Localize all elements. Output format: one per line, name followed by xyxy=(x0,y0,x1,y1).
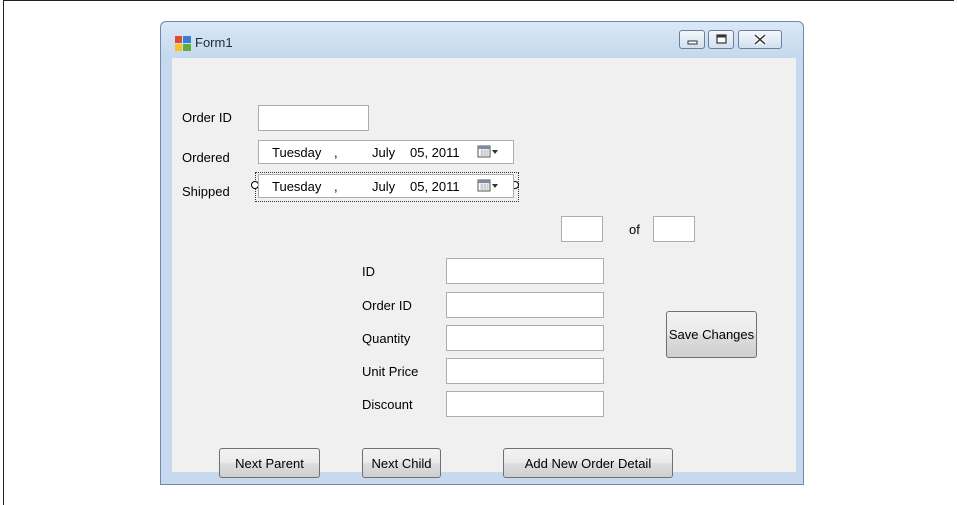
unit-price-label: Unit Price xyxy=(362,364,419,379)
shipped-month: July xyxy=(372,179,396,194)
shipped-day: Tuesday xyxy=(272,179,322,194)
ordered-date: 05, 2011 xyxy=(410,145,460,160)
next-parent-button[interactable]: Next Parent xyxy=(219,448,320,478)
app-icon xyxy=(175,36,191,51)
quantity-label: Quantity xyxy=(362,331,411,346)
shipped-label: Shipped xyxy=(182,184,230,199)
detail-order-id-label: Order ID xyxy=(362,298,412,313)
add-new-order-detail-button[interactable]: Add New Order Detail xyxy=(503,448,673,478)
of-label: of xyxy=(629,222,640,237)
unit-price-input[interactable] xyxy=(446,358,604,384)
discount-input[interactable] xyxy=(446,391,604,417)
page-top-border xyxy=(3,0,954,1)
order-id-input[interactable] xyxy=(258,105,369,131)
form-client-area: Order ID Ordered Tuesday , July 05, 2011… xyxy=(172,58,796,478)
window-title: Form1 xyxy=(195,35,233,50)
shipped-date-picker[interactable]: Tuesday , July 05, 2011 xyxy=(258,174,514,198)
quantity-input[interactable] xyxy=(446,325,604,351)
discount-label: Discount xyxy=(362,397,413,412)
close-icon xyxy=(753,33,767,46)
calendar-dropdown-icon[interactable] xyxy=(477,145,499,159)
next-child-button[interactable]: Next Child xyxy=(362,448,441,478)
save-changes-button[interactable]: Save Changes xyxy=(666,311,757,358)
detail-order-id-input[interactable] xyxy=(446,292,604,318)
record-position-input[interactable] xyxy=(561,216,603,242)
shipped-sep: , xyxy=(334,179,338,194)
shipped-date: 05, 2011 xyxy=(410,179,460,194)
title-bar[interactable]: Form1 xyxy=(161,22,803,58)
maximize-icon xyxy=(716,34,727,44)
maximize-button[interactable] xyxy=(708,30,734,49)
form1-window: Form1 Order ID Ordered Tuesday , July 05… xyxy=(160,21,804,485)
calendar-dropdown-icon[interactable] xyxy=(477,179,499,193)
detail-id-input[interactable] xyxy=(446,258,604,284)
ordered-month: July xyxy=(372,145,396,160)
close-button[interactable] xyxy=(738,30,782,49)
minimize-button[interactable] xyxy=(679,30,705,49)
order-id-label: Order ID xyxy=(182,110,232,125)
ordered-day: Tuesday xyxy=(272,145,322,160)
detail-id-label: ID xyxy=(362,264,375,279)
ordered-date-picker[interactable]: Tuesday , July 05, 2011 xyxy=(258,140,514,164)
page-left-border xyxy=(3,0,4,505)
ordered-sep: , xyxy=(334,145,338,160)
minimize-icon xyxy=(687,40,698,45)
record-count-input[interactable] xyxy=(653,216,695,242)
ordered-label: Ordered xyxy=(182,150,230,165)
